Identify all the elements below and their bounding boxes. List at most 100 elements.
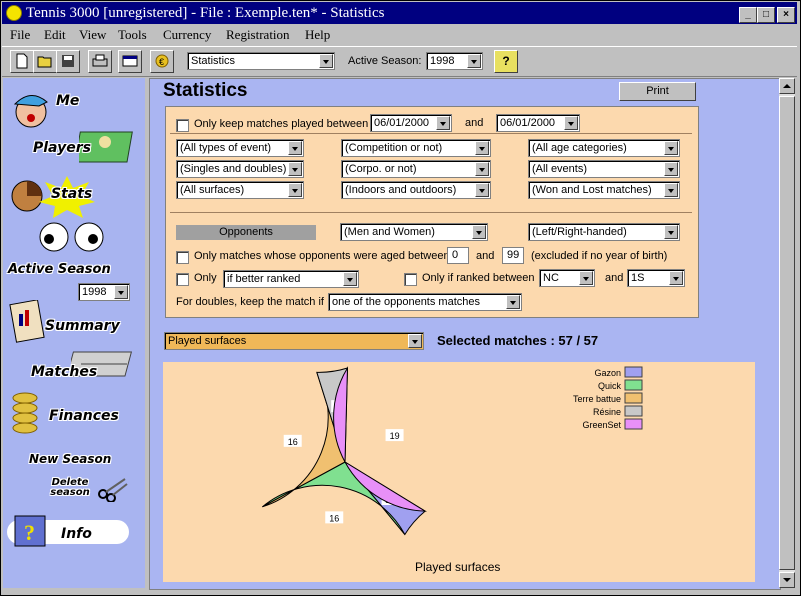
nav-players[interactable]: Players (33, 140, 91, 156)
legend-swatch (624, 405, 643, 417)
chevron-down-icon[interactable] (664, 141, 678, 155)
age-range-checkbox[interactable] (176, 251, 189, 264)
indoor-outdoor-select[interactable]: (Indoors and outdoors) (341, 181, 491, 199)
nav-info[interactable]: Info (61, 526, 92, 542)
chevron-down-icon[interactable] (288, 141, 302, 155)
scroll-down-button[interactable] (779, 572, 795, 588)
rank-to-select[interactable]: 1S (627, 269, 685, 287)
close-button[interactable]: × (777, 7, 795, 23)
maximize-button[interactable]: □ (757, 7, 775, 23)
tennis-ball-icon (6, 5, 22, 21)
chevron-down-icon[interactable] (408, 334, 422, 348)
question-icon[interactable]: ? (13, 514, 49, 550)
age-from-input[interactable]: 0 (447, 247, 469, 264)
chevron-down-icon[interactable] (475, 183, 489, 197)
document-icon[interactable] (9, 300, 49, 344)
won-lost-select[interactable]: (Won and Lost matches) (528, 181, 680, 199)
menu-help[interactable]: Help (305, 27, 330, 43)
scroll-thumb[interactable] (779, 96, 795, 570)
help-question-icon[interactable]: ? (494, 50, 518, 73)
and-label: and (476, 250, 495, 262)
doubles-rule-select[interactable]: one of the opponents matches (328, 293, 522, 311)
coins-icon[interactable] (7, 388, 43, 434)
ranked-between-label: Only if ranked between (422, 272, 535, 284)
new-file-icon[interactable] (10, 50, 34, 73)
events-select[interactable]: (All events) (528, 160, 680, 178)
nav-delete-season[interactable]: Delete season (45, 478, 95, 498)
event-type-select[interactable]: (All types of event) (176, 139, 304, 157)
sidebar: Me Players Stats Active Season 1998 Summ… (3, 78, 145, 588)
only-ranked-checkbox[interactable] (176, 273, 189, 286)
chevron-down-icon[interactable] (664, 225, 678, 239)
singles-doubles-select[interactable]: (Singles and doubles) (176, 160, 304, 178)
menu-currency[interactable]: Currency (163, 27, 211, 43)
print-button[interactable]: Print (619, 82, 696, 101)
menu-file[interactable]: File (10, 27, 30, 43)
scroll-up-button[interactable] (779, 78, 795, 94)
chevron-down-icon[interactable] (343, 272, 357, 286)
chevron-down-icon[interactable] (288, 183, 302, 197)
chevron-down-icon[interactable] (472, 225, 486, 239)
nav-summary[interactable]: Summary (45, 318, 120, 334)
nav-active-season[interactable]: Active Season (8, 262, 111, 277)
nav-finances[interactable]: Finances (49, 408, 119, 424)
corpo-select[interactable]: (Corpo. or not) (341, 160, 491, 178)
save-icon[interactable] (56, 50, 80, 73)
print-icon[interactable] (88, 50, 112, 73)
scissors-icon[interactable] (97, 476, 129, 502)
chevron-down-icon[interactable] (436, 116, 450, 130)
legend-label: Terre battue (573, 394, 621, 404)
rank-from-select[interactable]: NC (539, 269, 595, 287)
nav-me[interactable]: Me (56, 93, 79, 109)
opponents-header: Opponents (176, 225, 316, 240)
surfaces-select[interactable]: (All surfaces) (176, 181, 304, 199)
age-to-input[interactable]: 99 (502, 247, 524, 264)
chevron-down-icon[interactable] (664, 183, 678, 197)
chart-type-select[interactable]: Played surfaces (164, 332, 424, 350)
sidebar-season-select[interactable]: 1998 (78, 283, 130, 301)
menu-tools[interactable]: Tools (118, 27, 147, 43)
chevron-down-icon[interactable] (506, 295, 520, 309)
date-range-checkbox[interactable] (176, 119, 189, 132)
chart-title: Played surfaces (415, 560, 501, 574)
svg-text:€: € (159, 57, 164, 67)
chevron-down-icon[interactable] (475, 162, 489, 176)
competition-select[interactable]: (Competition or not) (341, 139, 491, 157)
gender-select[interactable]: (Men and Women) (340, 223, 488, 241)
chevron-down-icon[interactable] (467, 54, 481, 68)
active-season-select[interactable]: 1998 (426, 52, 483, 70)
toolbar: € Statistics Active Season: 1998 ? (2, 46, 797, 77)
window-icon[interactable] (118, 50, 142, 73)
ranking-compare-select[interactable]: if better ranked (223, 270, 359, 288)
selected-matches-count: Selected matches : 57 / 57 (437, 333, 599, 348)
ranked-between-checkbox[interactable] (404, 273, 417, 286)
chevron-down-icon[interactable] (319, 54, 333, 68)
chevron-down-icon[interactable] (475, 141, 489, 155)
chevron-down-icon[interactable] (664, 162, 678, 176)
svg-text:?: ? (24, 520, 35, 545)
nav-stats[interactable]: Stats (51, 186, 92, 202)
minimize-button[interactable]: _ (739, 7, 757, 23)
chevron-down-icon[interactable] (114, 285, 128, 299)
nav-matches[interactable]: Matches (31, 364, 97, 380)
active-season-label: Active Season: (348, 55, 422, 67)
chevron-down-icon[interactable] (564, 116, 578, 130)
open-folder-icon[interactable] (33, 50, 57, 73)
cap-icon[interactable] (9, 86, 53, 130)
age-category-select[interactable]: (All age categories) (528, 139, 680, 157)
nav-new-season[interactable]: New Season (29, 452, 111, 466)
age-range-label: Only matches whose opponents were aged b… (194, 250, 450, 262)
date-to-select[interactable]: 06/01/2000 (496, 114, 580, 132)
chevron-down-icon[interactable] (288, 162, 302, 176)
handedness-select[interactable]: (Left/Right-handed) (528, 223, 680, 241)
view-select[interactable]: Statistics (187, 52, 335, 70)
chevron-down-icon[interactable] (579, 271, 593, 285)
menu-registration[interactable]: Registration (226, 27, 290, 43)
date-from-select[interactable]: 06/01/2000 (370, 114, 452, 132)
menu-edit[interactable]: Edit (44, 27, 66, 43)
vertical-scrollbar[interactable] (779, 78, 795, 588)
menu-view[interactable]: View (79, 27, 106, 43)
chevron-down-icon[interactable] (669, 271, 683, 285)
currency-icon[interactable]: € (150, 50, 174, 73)
and-label: and (605, 272, 624, 284)
